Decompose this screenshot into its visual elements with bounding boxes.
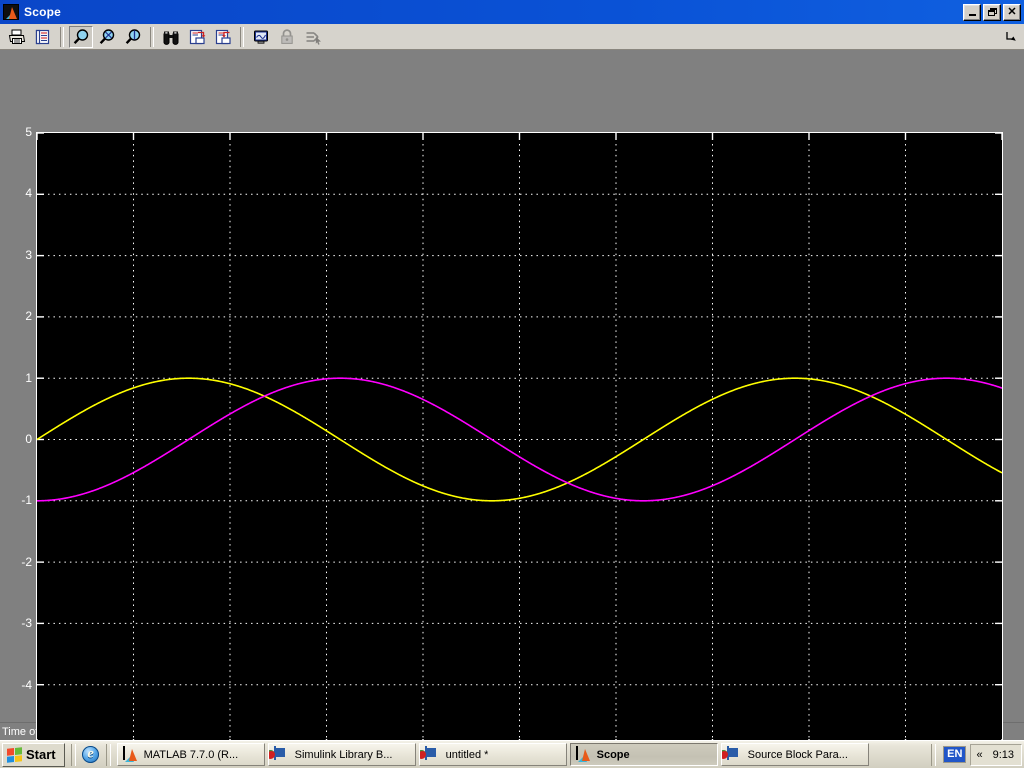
task-button-matlab[interactable]: MATLAB 7.7.0 (R... bbox=[116, 743, 265, 766]
task-button-label: untitled * bbox=[445, 748, 489, 761]
y-tick-label-m2: -2 bbox=[21, 555, 32, 569]
zoom-x-button[interactable] bbox=[95, 26, 119, 48]
task-button-untitled[interactable]: untitled * bbox=[418, 743, 567, 766]
scope-toolbar bbox=[0, 24, 1024, 50]
lock-axes-button[interactable] bbox=[275, 26, 299, 48]
restore-axes-icon bbox=[215, 29, 231, 44]
save-axes-button[interactable] bbox=[185, 26, 209, 48]
task-button-source-block-parameters[interactable]: Source Block Para... bbox=[720, 743, 869, 766]
signal-select-icon bbox=[306, 31, 321, 45]
toolbar-separator bbox=[150, 26, 154, 47]
y-tick-label-m3: -3 bbox=[21, 616, 32, 630]
zoom-y-icon bbox=[125, 28, 140, 44]
chevron-down-right-icon bbox=[1006, 32, 1016, 41]
signal-selection-button[interactable] bbox=[301, 26, 325, 48]
minimize-icon bbox=[968, 14, 976, 16]
y-tick-label-m4: -4 bbox=[21, 678, 32, 692]
window-controls: ✕ bbox=[963, 3, 1021, 21]
toolbar-separator bbox=[240, 26, 244, 47]
zoom-x-icon bbox=[99, 28, 114, 44]
simulink-icon bbox=[726, 745, 743, 763]
close-button[interactable]: ✕ bbox=[1003, 3, 1021, 21]
y-tick-label-0: 0 bbox=[25, 432, 32, 446]
restore-axes-button[interactable] bbox=[211, 26, 235, 48]
save-axes-icon bbox=[189, 29, 205, 44]
start-button-label: Start bbox=[26, 747, 56, 762]
matlab-logo-icon[interactable] bbox=[3, 4, 19, 20]
clock-area[interactable]: « 9:13 bbox=[970, 743, 1022, 766]
task-button-simulink-library[interactable]: Simulink Library B... bbox=[267, 743, 416, 766]
matlab-logo-icon bbox=[575, 745, 592, 763]
quicklaunch-internet-explorer[interactable] bbox=[81, 745, 101, 765]
simulink-icon bbox=[273, 745, 290, 763]
zoom-xy-button[interactable] bbox=[69, 25, 93, 48]
print-button[interactable] bbox=[5, 26, 29, 48]
taskbar-divider bbox=[70, 743, 76, 766]
internet-explorer-icon bbox=[82, 746, 100, 763]
task-button-label: Simulink Library B... bbox=[294, 748, 393, 761]
taskbar-divider bbox=[105, 743, 111, 766]
task-button-scope[interactable]: Scope bbox=[569, 743, 718, 766]
scope-plot-area[interactable]: 5 4 3 2 1 0 -1 -2 -3 -4 -5 0 1 2 3 4 5 6… bbox=[0, 50, 1024, 761]
y-tick-label-m1: -1 bbox=[21, 493, 32, 507]
printer-icon bbox=[8, 29, 26, 44]
toolbar-separator bbox=[60, 26, 64, 47]
window-title: Scope bbox=[24, 5, 62, 19]
zoom-xy-icon bbox=[73, 28, 88, 44]
task-button-label: MATLAB 7.7.0 (R... bbox=[143, 748, 239, 761]
y-tick-label-5: 5 bbox=[25, 125, 32, 139]
system-tray: EN « 9:13 bbox=[939, 743, 1024, 767]
plot-svg bbox=[37, 133, 1002, 746]
y-tick-label-1: 1 bbox=[25, 371, 32, 385]
minimize-button[interactable] bbox=[963, 3, 981, 21]
scope-window: Scope ✕ 5 4 3 2 1 0 -1 -2 -3 -4 Time off… bbox=[0, 0, 1024, 761]
task-button-label: Scope bbox=[596, 748, 630, 761]
zoom-y-button[interactable] bbox=[121, 26, 145, 48]
y-tick-label-2: 2 bbox=[25, 309, 32, 323]
y-tick-label-4: 4 bbox=[25, 186, 32, 200]
clock-time: 9:13 bbox=[992, 748, 1014, 761]
binoculars-icon bbox=[163, 31, 179, 45]
simulink-icon bbox=[424, 745, 441, 763]
toolbar-overflow-button[interactable] bbox=[1004, 30, 1018, 44]
close-icon: ✕ bbox=[1007, 5, 1017, 18]
tray-expand-icon[interactable]: « bbox=[976, 749, 982, 761]
start-button[interactable]: Start bbox=[2, 742, 65, 767]
windows-flag-icon bbox=[7, 746, 22, 763]
floating-scope-button[interactable] bbox=[249, 26, 273, 48]
title-bar[interactable]: Scope ✕ bbox=[0, 0, 1024, 24]
task-button-list: MATLAB 7.7.0 (R... Simulink Library B...… bbox=[114, 743, 929, 766]
quick-launch-bar bbox=[79, 745, 103, 765]
taskbar-divider bbox=[931, 743, 937, 766]
restore-button[interactable] bbox=[983, 3, 1001, 21]
floating-scope-icon bbox=[254, 30, 268, 44]
parameters-button[interactable] bbox=[31, 26, 55, 48]
taskbar: Start MATLAB 7.7.0 (R... Simulink Librar… bbox=[0, 740, 1024, 768]
task-button-label: Source Block Para... bbox=[747, 748, 848, 761]
lock-icon bbox=[281, 28, 293, 44]
language-indicator[interactable]: EN bbox=[943, 746, 967, 763]
matlab-logo-icon bbox=[122, 745, 139, 763]
plot-canvas[interactable] bbox=[36, 132, 1003, 747]
autoscale-button[interactable] bbox=[159, 26, 183, 48]
parameters-icon bbox=[35, 29, 50, 44]
y-tick-label-3: 3 bbox=[25, 248, 32, 262]
restore-icon bbox=[987, 8, 997, 16]
